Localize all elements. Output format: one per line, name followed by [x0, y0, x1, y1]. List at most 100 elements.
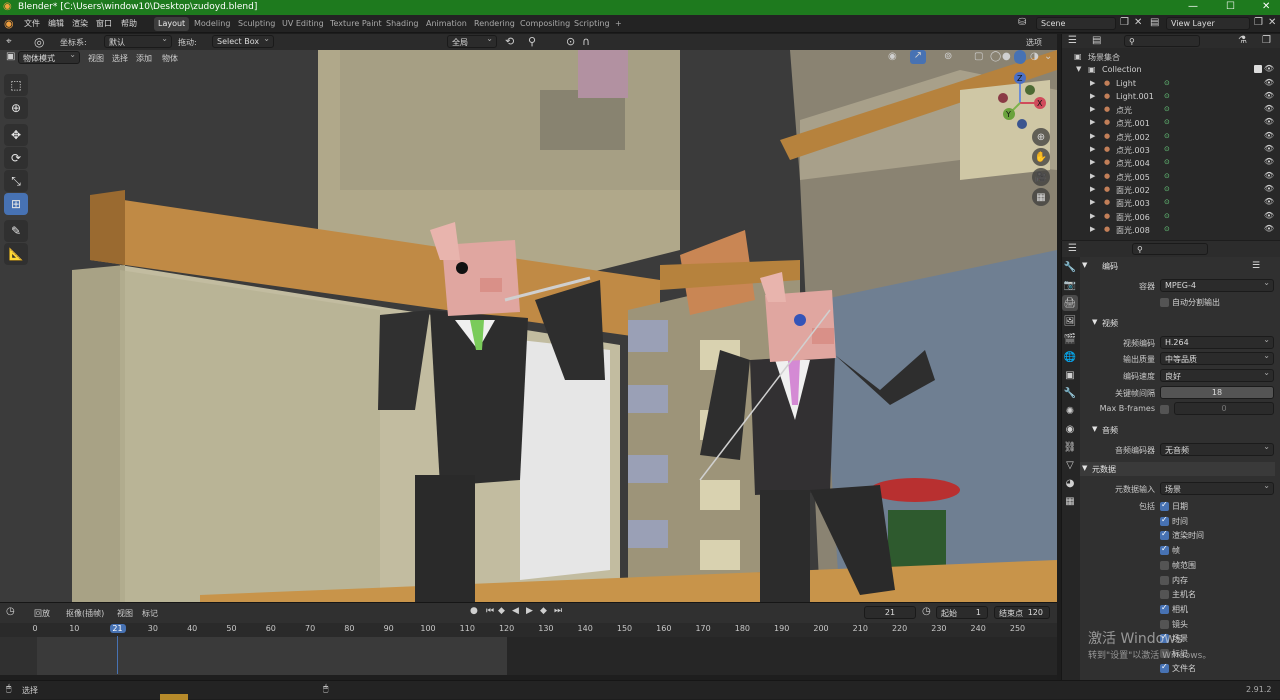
- modifier-tab-icon[interactable]: 🔧: [1062, 385, 1078, 401]
- gizmo-neg-z[interactable]: [1017, 119, 1027, 129]
- visibility-icon[interactable]: ◉: [888, 51, 897, 62]
- include-checkbox[interactable]: [1160, 560, 1169, 570]
- light-data-icon[interactable]: ⊙: [1164, 105, 1170, 113]
- outliner-scene-collection[interactable]: ▣ 场景集合: [1062, 51, 1280, 64]
- add-workspace-button[interactable]: +: [611, 17, 626, 31]
- xray-icon[interactable]: ▢: [974, 51, 983, 62]
- pan-hand-icon[interactable]: ✋: [1032, 148, 1050, 166]
- light-data-icon[interactable]: ⊙: [1164, 172, 1170, 180]
- falloff-icon[interactable]: ∩: [582, 35, 590, 48]
- tab-compositing[interactable]: Compositing: [516, 17, 574, 31]
- include-checkbox[interactable]: [1160, 590, 1169, 600]
- minimize-button[interactable]: —: [1188, 1, 1198, 12]
- move-tool-icon[interactable]: ✥: [4, 124, 28, 146]
- blender-menu-icon[interactable]: ◉: [4, 17, 14, 30]
- include-checkbox[interactable]: [1160, 515, 1169, 526]
- include-checkbox[interactable]: [1160, 603, 1169, 614]
- eye-icon[interactable]: 👁: [1264, 197, 1274, 206]
- outliner-editor-icon[interactable]: ☰: [1068, 35, 1077, 46]
- copy-view-layer-icon[interactable]: ❐: [1254, 17, 1263, 28]
- presets-list-icon[interactable]: ☰: [1252, 261, 1260, 271]
- particles-tab-icon[interactable]: ✺: [1062, 403, 1078, 419]
- properties-editor-icon[interactable]: ☰: [1068, 243, 1077, 254]
- wireframe-shading-icon[interactable]: ◯: [990, 51, 1001, 62]
- outliner[interactable]: ☰ ▤ ⚲ ⚗ ❐ ▣ 场景集合 ▼ ▣ Collection 👁 ▶ ● Ligh…: [1061, 34, 1280, 240]
- material-shading-icon[interactable]: [1014, 50, 1026, 64]
- shading-options-icon[interactable]: ⌄: [1044, 51, 1052, 62]
- object-tab-icon[interactable]: ▣: [1062, 367, 1078, 383]
- eye-icon[interactable]: 👁: [1264, 64, 1274, 73]
- light-data-icon[interactable]: ⊙: [1164, 185, 1170, 193]
- viewport-menu-add[interactable]: 添加: [136, 53, 152, 64]
- autosplit-checkbox[interactable]: [1160, 298, 1169, 307]
- keyframe-field[interactable]: 18: [1160, 386, 1274, 399]
- outliner-item[interactable]: ▶ ● 面光.006 ⊙ 👁: [1062, 211, 1280, 224]
- filter-icon[interactable]: ⚗: [1238, 35, 1247, 46]
- outliner-item[interactable]: ▶ ● 面光.003 ⊙ 👁: [1062, 197, 1280, 210]
- menu-help[interactable]: 帮助: [121, 18, 137, 29]
- eye-icon[interactable]: 👁: [1264, 184, 1274, 193]
- expand-arrow-icon[interactable]: ▶: [1090, 145, 1095, 153]
- light-data-icon[interactable]: ⊙: [1164, 92, 1170, 100]
- snap-icon[interactable]: ⚲: [528, 35, 536, 48]
- tab-sculpting[interactable]: Sculpting: [234, 17, 279, 31]
- timeline-menu-playback[interactable]: 回放: [34, 608, 50, 619]
- select-mode-icon[interactable]: ◎: [34, 35, 44, 49]
- view-layer-selector[interactable]: View Layer: [1166, 17, 1250, 30]
- eye-icon[interactable]: 👁: [1264, 78, 1274, 87]
- expand-arrow-icon[interactable]: ▶: [1090, 79, 1095, 87]
- scale-tool-icon[interactable]: ⤡: [4, 170, 28, 192]
- menu-file[interactable]: 文件: [24, 18, 40, 29]
- viewport-menu-object[interactable]: 物体: [162, 53, 178, 64]
- zoom-icon[interactable]: ⊕: [1032, 128, 1050, 146]
- collection-checkbox[interactable]: [1254, 65, 1262, 74]
- speed-dropdown[interactable]: 良好: [1160, 368, 1274, 382]
- tab-modeling[interactable]: Modeling: [190, 17, 234, 31]
- world-tab-icon[interactable]: 🌐: [1062, 349, 1078, 365]
- mode-dropdown[interactable]: 物体模式: [18, 50, 80, 64]
- copy-scene-icon[interactable]: ❐: [1120, 17, 1129, 28]
- play-icon[interactable]: ▶: [526, 606, 533, 616]
- axis-gizmo[interactable]: Z X Y: [995, 68, 1051, 130]
- drag-dropdown[interactable]: Select Box: [212, 34, 274, 48]
- gizmo-toggle-icon[interactable]: ↗: [910, 50, 926, 64]
- close-button[interactable]: ✕: [1262, 1, 1270, 12]
- expand-arrow-icon[interactable]: ▶: [1090, 105, 1095, 113]
- tab-rendering[interactable]: Rendering: [470, 17, 519, 31]
- codec-dropdown[interactable]: H.264: [1160, 335, 1274, 349]
- tab-shading[interactable]: Shading: [382, 17, 423, 31]
- expand-arrow-icon[interactable]: ▶: [1090, 118, 1095, 126]
- include-checkbox[interactable]: [1160, 500, 1169, 511]
- outliner-item[interactable]: ▶ ● 点光 ⊙ 👁: [1062, 104, 1280, 117]
- light-data-icon[interactable]: ⊙: [1164, 118, 1170, 126]
- light-data-icon[interactable]: ⊙: [1164, 132, 1170, 140]
- jump-start-icon[interactable]: ⏮: [486, 606, 494, 616]
- timeline-editor-icon[interactable]: ◷: [6, 606, 15, 617]
- metadata-section-header[interactable]: ▼ 元数据: [1080, 462, 1275, 476]
- viewport-menu-view[interactable]: 视图: [88, 53, 104, 64]
- output-tab-icon[interactable]: 🖨: [1062, 295, 1078, 311]
- properties-search-input[interactable]: ⚲: [1132, 243, 1208, 255]
- include-checkbox[interactable]: [1160, 575, 1169, 585]
- transform-tool-icon[interactable]: ⊞: [4, 193, 28, 215]
- outliner-item[interactable]: ▶ ● 点光.004 ⊙ 👁: [1062, 157, 1280, 170]
- menu-render[interactable]: 渲染: [72, 18, 88, 29]
- overlay-icon[interactable]: ⊚: [944, 51, 952, 62]
- transform-orientation-dropdown[interactable]: 全局: [447, 34, 497, 48]
- constraints-tab-icon[interactable]: ⛓: [1062, 439, 1078, 455]
- current-frame-field[interactable]: 21: [864, 606, 916, 619]
- audio-section-header[interactable]: ▼ 音频: [1080, 423, 1275, 437]
- light-data-icon[interactable]: ⊙: [1164, 158, 1170, 166]
- eye-icon[interactable]: 👁: [1264, 157, 1274, 166]
- outliner-item[interactable]: ▶ ● 面光.002 ⊙ 👁: [1062, 184, 1280, 197]
- rendered-shading-icon[interactable]: ◑: [1030, 51, 1039, 62]
- proportional-edit-icon[interactable]: ⊙: [566, 35, 575, 48]
- delete-scene-icon[interactable]: ✕: [1134, 17, 1142, 28]
- tab-scripting[interactable]: Scripting: [570, 17, 614, 31]
- options-menu[interactable]: 选项: [1026, 37, 1042, 48]
- next-keyframe-icon[interactable]: ◆: [540, 606, 547, 616]
- outliner-item[interactable]: ▶ ● 点光.003 ⊙ 👁: [1062, 144, 1280, 157]
- camera-view-icon[interactable]: 🎥: [1032, 168, 1050, 186]
- light-data-icon[interactable]: ⊙: [1164, 145, 1170, 153]
- tool-tab-icon[interactable]: 🔧: [1062, 259, 1078, 275]
